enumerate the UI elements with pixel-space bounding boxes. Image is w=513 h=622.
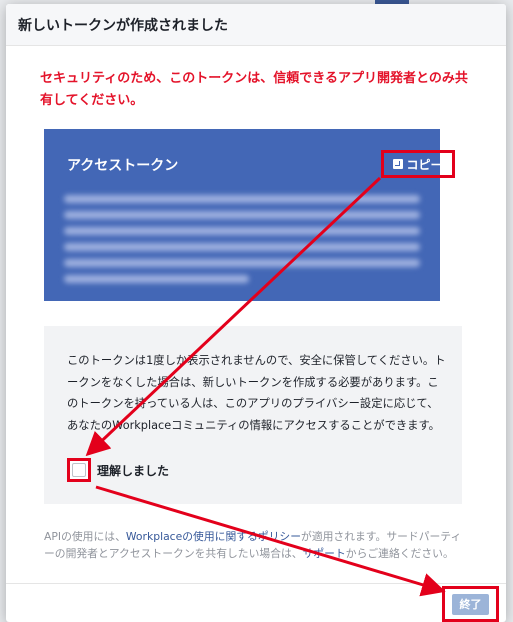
done-button-label: 終了 <box>452 593 489 615</box>
dialog-header: 新しいトークンが作成されました <box>6 4 506 46</box>
access-token-panel: アクセストークン コピー <box>44 129 455 301</box>
policy-note-prefix: APIの使用には、 <box>44 530 126 543</box>
access-token-value-blurred <box>64 195 420 291</box>
policy-note-suffix: からご連絡ください。 <box>345 547 454 560</box>
dialog-title: 新しいトークンが作成されました <box>18 17 228 34</box>
copy-button[interactable]: コピー <box>381 150 455 178</box>
support-link[interactable]: サポート <box>303 547 346 560</box>
policy-note: APIの使用には、Workplaceの使用に関するポリシーが適用されます。サード… <box>44 528 464 562</box>
token-created-dialog: 新しいトークンが作成されました セキュリティのため、このトークンは、信頼できるア… <box>6 4 506 622</box>
footer-divider <box>6 583 506 584</box>
done-button[interactable]: 終了 <box>442 586 499 622</box>
notice-text: このトークンは1度しか表示されませんので、安全に保管してください。トークンをなく… <box>67 354 446 432</box>
access-token-title: アクセストークン <box>67 158 179 174</box>
notice-panel: このトークンは1度しか表示されませんので、安全に保管してください。トークンをなく… <box>44 326 462 504</box>
security-warning: セキュリティのため、このトークンは、信頼できるアプリ開発者とのみ共有してください… <box>40 71 468 108</box>
acknowledge-checkbox[interactable] <box>67 458 91 482</box>
checkbox-box <box>72 463 86 477</box>
policy-link[interactable]: Workplaceの使用に関するポリシー <box>126 530 301 543</box>
acknowledge-label: 理解しました <box>97 463 170 478</box>
acknowledge-row: 理解しました <box>67 458 169 482</box>
copy-icon <box>393 159 404 169</box>
copy-button-label: コピー <box>406 157 443 172</box>
